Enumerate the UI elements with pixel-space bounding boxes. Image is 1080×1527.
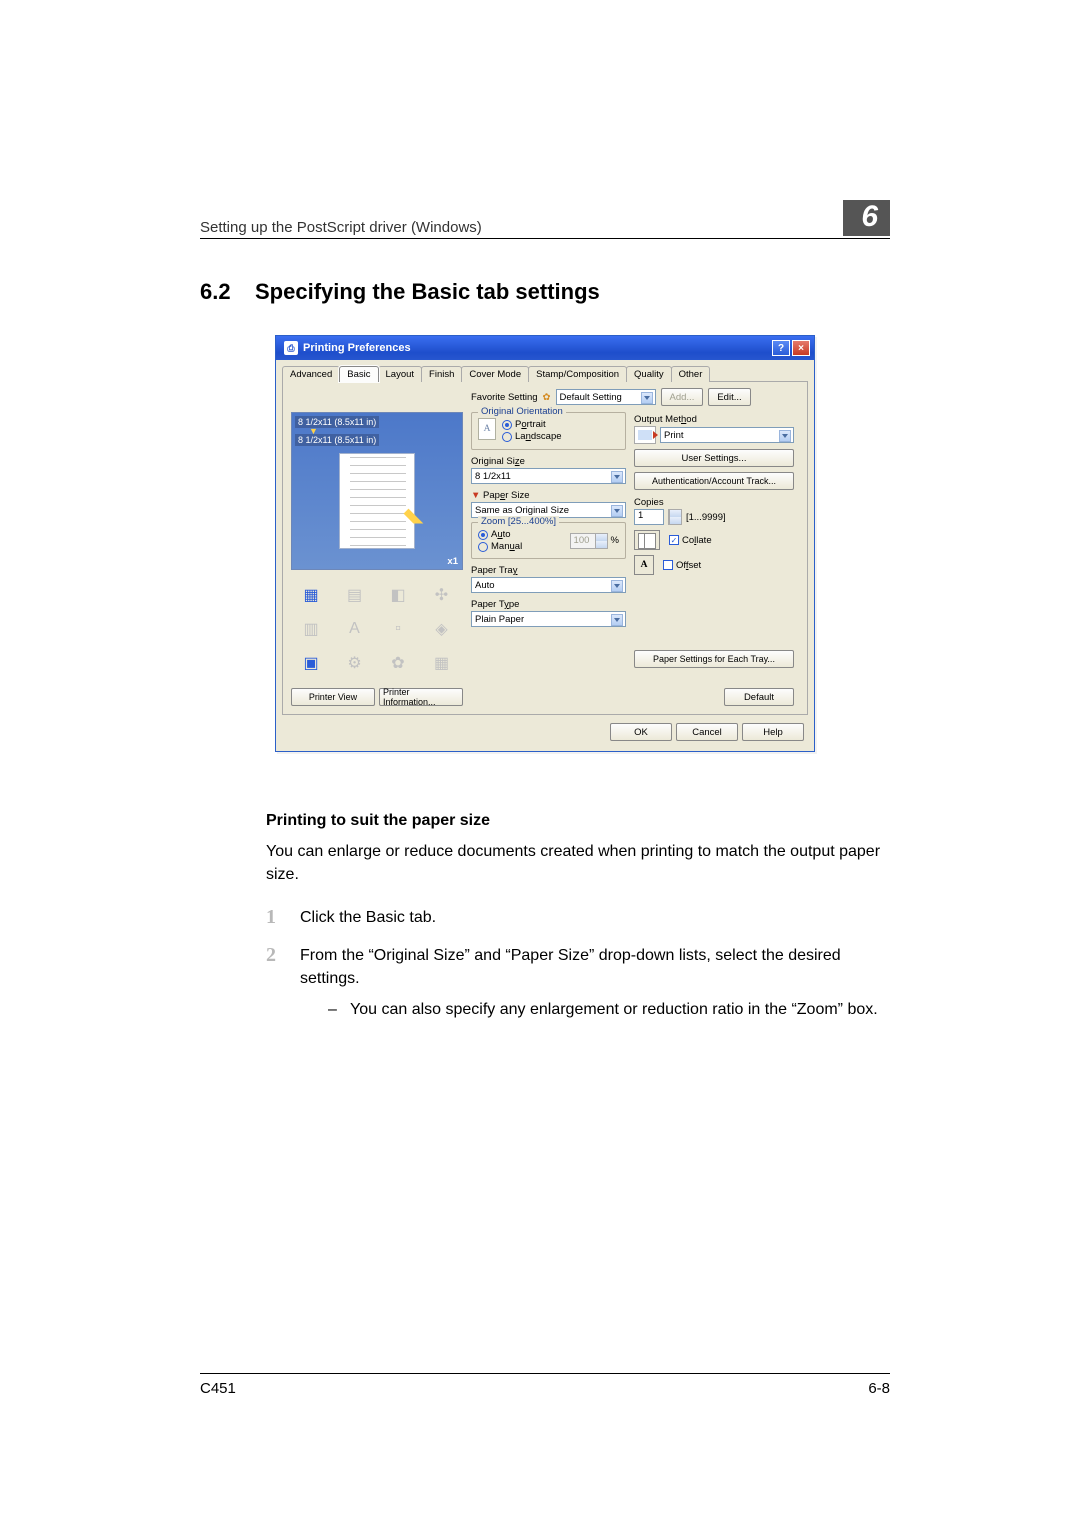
tab-quality[interactable]: Quality [626,366,672,382]
landscape-label: Landscape [515,431,562,442]
landscape-radio[interactable] [502,432,512,442]
collate-icon [634,530,660,550]
zoom-manual-radio[interactable] [478,542,488,552]
favorite-setting-label: Favorite Setting [471,392,538,403]
preview-label-src: 8 1/2x11 (8.5x11 in) [295,416,379,428]
favorite-add-button[interactable]: Add... [661,388,704,406]
paper-settings-tray-button[interactable]: Paper Settings for Each Tray... [634,650,794,668]
help-button[interactable]: Help [742,723,804,741]
step-number-1: 1 [266,906,300,929]
zoom-group: Zoom [25...400%] Auto Manual 100 % [471,522,626,559]
printing-preferences-dialog: ⎙ Printing Preferences ? × Advanced Basi… [275,335,815,752]
paper-type-select[interactable]: Plain Paper [471,611,626,627]
section-title-text: Specifying the Basic tab settings [255,279,600,304]
layout-icon-9[interactable]: ▣ [295,650,327,676]
step-1-text: Click the Basic tab. [300,906,890,929]
original-size-select[interactable]: 8 1/2x11 [471,468,626,484]
paper-size-label: ▼ Paper Size [471,490,626,501]
layout-icon-6[interactable]: A [339,616,371,642]
zoom-pct: % [611,535,619,546]
favorite-setting-select[interactable]: Default Setting [556,389,656,405]
zoom-value-spinner[interactable]: 100 [570,533,608,549]
step-number-2: 2 [266,944,300,1022]
portrait-label: Portrait [515,419,546,430]
paper-tray-label: Paper Tray [471,565,626,576]
zoom-manual-label: Manual [491,541,522,552]
tab-finish[interactable]: Finish [421,366,462,382]
copies-label: Copies [634,497,794,508]
layout-thumb-icon[interactable]: ▦ [295,582,327,608]
offset-label: Offset [676,560,701,571]
chapter-number: 6 [843,200,890,236]
layout-icon-8[interactable]: ◈ [426,616,458,642]
layout-icon-7[interactable]: ▫ [382,616,414,642]
page-preview: 8 1/2x11 (8.5x11 in) ▼ 8 1/2x11 (8.5x11 … [291,412,463,570]
output-method-select[interactable]: Print [660,427,794,443]
section-heading: 6.2Specifying the Basic tab settings [200,279,890,305]
tab-cover-mode[interactable]: Cover Mode [461,366,529,382]
authentication-button[interactable]: Authentication/Account Track... [634,472,794,490]
paper-tray-select[interactable]: Auto [471,577,626,593]
preview-label-dst: 8 1/2x11 (8.5x11 in) [295,434,379,446]
tab-other[interactable]: Other [671,366,711,382]
running-header: Setting up the PostScript driver (Window… [200,219,482,236]
output-print-icon [634,426,656,444]
layout-icon-4[interactable]: ✣ [426,582,458,608]
bullet-dash: – [328,998,350,1021]
step-2-subtext: You can also specify any enlargement or … [350,998,878,1021]
tab-basic[interactable]: Basic [339,366,378,382]
footer-page: 6-8 [868,1380,890,1397]
zoom-legend: Zoom [25...400%] [478,516,559,527]
tab-stamp-composition[interactable]: Stamp/Composition [528,366,627,382]
subheading: Printing to suit the paper size [266,812,890,830]
layout-icon-11[interactable]: ✿ [382,650,414,676]
printer-view-button[interactable]: Printer View [291,688,375,706]
tab-layout[interactable]: Layout [378,366,423,382]
original-size-label: Original Size [471,456,626,467]
portrait-radio[interactable] [502,420,512,430]
section-number: 6.2 [200,279,255,305]
tab-advanced[interactable]: Advanced [282,366,340,382]
dialog-title: Printing Preferences [303,342,411,354]
titlebar: ⎙ Printing Preferences ? × [276,336,814,360]
footer-model: C451 [200,1380,236,1397]
copies-spinner[interactable] [668,509,682,525]
user-settings-button[interactable]: User Settings... [634,449,794,467]
copies-range: [1...9999] [686,512,726,523]
step-2-text: From the “Original Size” and “Paper Size… [300,944,890,1022]
orientation-glyph-icon: A [478,418,496,440]
close-button[interactable]: × [792,340,810,356]
zoom-auto-label: Auto [491,529,511,540]
collate-label: Collate [682,535,712,546]
help-titlebar-button[interactable]: ? [772,340,790,356]
preview-scale: x1 [447,556,458,567]
layout-icon-3[interactable]: ◧ [382,582,414,608]
default-button[interactable]: Default [724,688,794,706]
paper-type-label: Paper Type [471,599,626,610]
orientation-legend: Original Orientation [478,406,566,417]
original-orientation-group: Original Orientation A Portrait Landscap… [471,412,626,450]
offset-checkbox[interactable] [663,560,673,570]
zoom-auto-radio[interactable] [478,530,488,540]
intro-paragraph: You can enlarge or reduce documents crea… [266,840,890,886]
output-method-label: Output Method [634,414,794,425]
ok-button[interactable]: OK [610,723,672,741]
cancel-button[interactable]: Cancel [676,723,738,741]
paper-sheet-icon [339,453,415,549]
layout-icon-2[interactable]: ▤ [339,582,371,608]
copies-input[interactable]: 1 [634,509,664,525]
collate-checkbox[interactable] [669,535,679,545]
printer-information-button[interactable]: Printer Information... [379,688,463,706]
printer-icon: ⎙ [284,341,298,355]
layout-icon-12[interactable]: ▦ [426,650,458,676]
gear-icon: ✿ [543,392,551,403]
favorite-edit-button[interactable]: Edit... [708,388,750,406]
layout-icon-10[interactable]: ⚙ [339,650,371,676]
offset-icon: A [634,555,654,575]
layout-icon-5[interactable]: ▥ [295,616,327,642]
